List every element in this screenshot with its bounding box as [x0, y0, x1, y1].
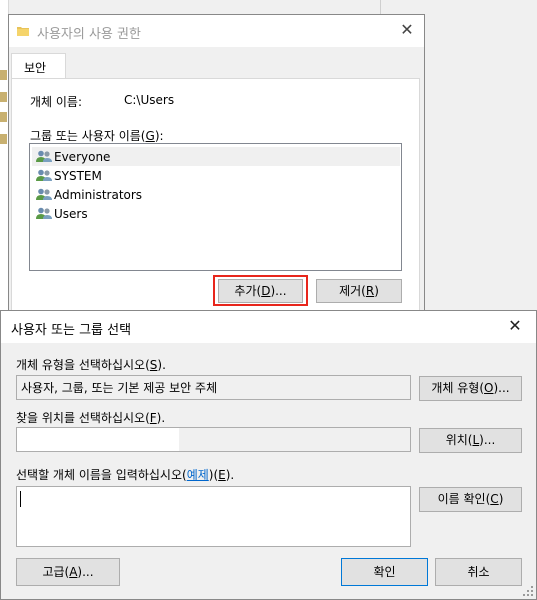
users-group-icon: [36, 207, 52, 219]
object-type-value: 사용자, 그룹, 또는 기본 제공 보안 주체: [21, 381, 218, 395]
tab-security[interactable]: 보안: [11, 53, 66, 79]
background-item-icon: [0, 92, 7, 102]
users-group-icon: [36, 169, 52, 181]
remove-button[interactable]: 제거(R): [316, 279, 402, 303]
object-name-label: 개체 이름:: [30, 95, 83, 109]
examples-link[interactable]: 예제: [187, 468, 209, 482]
object-names-input[interactable]: [16, 486, 411, 547]
list-item[interactable]: SYSTEM: [32, 166, 400, 185]
location-label: 찾을 위치를 선택하십시오(F).: [16, 411, 166, 425]
object-type-field: 사용자, 그룹, 또는 기본 제공 보안 주체: [16, 375, 411, 400]
close-icon[interactable]: ✕: [398, 21, 416, 39]
object-names-label: 선택할 개체 이름을 입력하십시오(예제)(E).: [16, 468, 235, 482]
list-item-label: SYSTEM: [54, 169, 102, 183]
resize-grip-icon[interactable]: [523, 586, 533, 596]
ok-button[interactable]: 확인: [341, 558, 428, 586]
select-users-dialog: 사용자 또는 그룹 선택 ✕ 개체 유형을 선택하십시오(S). 사용자, 그룹…: [0, 310, 537, 600]
highlight-box: [213, 275, 308, 306]
folder-icon: [17, 27, 29, 36]
list-item[interactable]: Administrators: [32, 185, 400, 204]
object-types-button[interactable]: 개체 유형(O)...: [419, 376, 522, 401]
background-item-icon: [0, 134, 7, 144]
close-icon[interactable]: ✕: [506, 317, 524, 335]
list-item-label: Users: [54, 207, 88, 221]
list-item[interactable]: Users: [32, 204, 400, 223]
object-type-label: 개체 유형을 선택하십시오(S).: [16, 358, 166, 372]
group-user-list[interactable]: Everyone SYSTEM Administrators Users: [29, 143, 402, 271]
users-group-icon: [36, 188, 52, 200]
location-button[interactable]: 위치(L)...: [419, 428, 522, 453]
select-users-titlebar: 사용자 또는 그룹 선택 ✕: [1, 311, 536, 343]
location-field: [16, 427, 411, 452]
group-list-label: 그룹 또는 사용자 이름(G):: [30, 129, 164, 143]
list-item[interactable]: Everyone: [32, 147, 400, 166]
permissions-titlebar: 사용자의 사용 권한 ✕: [9, 15, 424, 47]
list-item-label: Administrators: [54, 188, 143, 202]
location-redacted-area: [17, 428, 179, 451]
advanced-button[interactable]: 고급(A)...: [16, 558, 120, 586]
background-item-icon: [0, 70, 7, 80]
permissions-dialog: 사용자의 사용 권한 ✕ 보안 개체 이름: C:\Users 그룹 또는 사용…: [8, 14, 425, 314]
tab-security-label: 보안: [24, 61, 47, 75]
list-item-label: Everyone: [54, 150, 111, 164]
cancel-button[interactable]: 취소: [435, 558, 522, 586]
permissions-title: 사용자의 사용 권한: [37, 27, 141, 42]
text-caret: [20, 491, 21, 507]
background-window-right: [380, 0, 537, 310]
background-item-icon: [0, 112, 7, 122]
users-group-icon: [36, 150, 52, 162]
select-users-title: 사용자 또는 그룹 선택: [11, 323, 132, 338]
object-name-value: C:\Users: [124, 93, 175, 107]
check-names-button[interactable]: 이름 확인(C): [419, 487, 522, 512]
